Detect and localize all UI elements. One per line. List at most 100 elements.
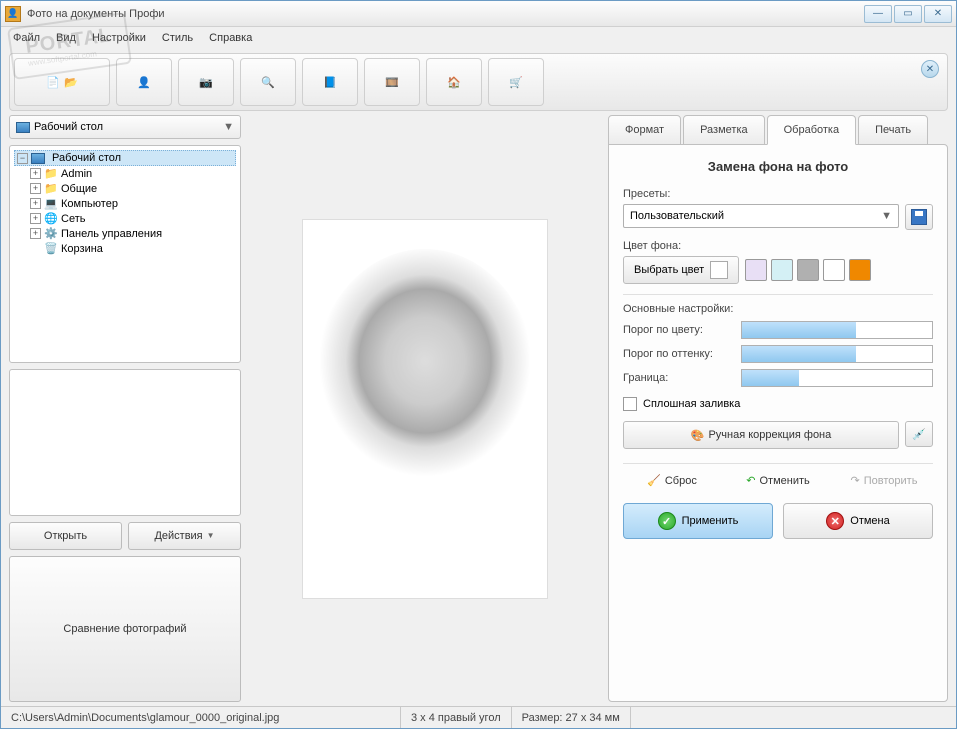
compare-photos-button[interactable]: Сравнение фотографий bbox=[9, 556, 241, 703]
tree-item-public[interactable]: +📁Общие bbox=[28, 181, 236, 196]
left-panel: Рабочий стол ▼ − Рабочий стол +📁Admin +📁… bbox=[9, 115, 241, 702]
folder-icon: 📁 bbox=[44, 167, 58, 180]
menu-file[interactable]: Файл bbox=[5, 29, 48, 47]
eyedropper-icon: 💉 bbox=[912, 428, 926, 441]
tree-item-trash[interactable]: 🗑️Корзина bbox=[28, 241, 236, 256]
swatch-3[interactable] bbox=[797, 259, 819, 281]
preset-select[interactable]: Пользовательский ▼ bbox=[623, 204, 899, 228]
tree-item-admin[interactable]: +📁Admin bbox=[28, 166, 236, 181]
toolbar-photo-zoom[interactable]: 🔍 bbox=[240, 58, 296, 106]
solid-fill-label: Сплошная заливка bbox=[643, 398, 740, 410]
swatch-4[interactable] bbox=[823, 259, 845, 281]
save-preset-button[interactable] bbox=[905, 204, 933, 230]
tree-item-computer[interactable]: +💻Компьютер bbox=[28, 196, 236, 211]
chevron-down-icon: ▼ bbox=[881, 210, 892, 222]
main-settings-label: Основные настройки: bbox=[623, 303, 933, 315]
titlebar: Фото на документы Профи — ▭ ✕ bbox=[1, 1, 956, 27]
menu-settings[interactable]: Настройки bbox=[84, 29, 154, 47]
path-selector[interactable]: Рабочий стол ▼ bbox=[9, 115, 241, 139]
home-icon: 🏠 bbox=[447, 76, 461, 89]
user-search-icon: 👤 bbox=[137, 76, 151, 89]
path-selector-label: Рабочий стол bbox=[34, 121, 103, 133]
tree-item-network[interactable]: +🌐Сеть bbox=[28, 211, 236, 226]
status-format: 3 x 4 правый угол bbox=[401, 707, 512, 728]
tree-root[interactable]: − Рабочий стол bbox=[14, 150, 236, 166]
slider-hue-label: Порог по оттенку: bbox=[623, 348, 733, 360]
help-book-icon: 📘 bbox=[323, 76, 337, 89]
toolbar-new-open[interactable]: 📄 📂 bbox=[14, 58, 110, 106]
expand-icon[interactable]: + bbox=[30, 198, 41, 209]
status-size: Размер: 27 x 34 мм bbox=[512, 707, 631, 728]
toolbar-cart[interactable]: 🛒 bbox=[488, 58, 544, 106]
toolbar-camera[interactable]: 📷 bbox=[178, 58, 234, 106]
minimize-button[interactable]: — bbox=[864, 5, 892, 23]
undo-button[interactable]: ↶Отменить bbox=[729, 474, 827, 487]
slider-color-label: Порог по цвету: bbox=[623, 324, 733, 336]
open-button[interactable]: Открыть bbox=[9, 522, 122, 550]
toolbar-user-search[interactable]: 👤 bbox=[116, 58, 172, 106]
swatch-2[interactable] bbox=[771, 259, 793, 281]
camera-icon: 📷 bbox=[199, 76, 213, 89]
folder-icon: 📁 bbox=[44, 182, 58, 195]
desktop-icon bbox=[31, 153, 45, 164]
brush-icon: 🧹 bbox=[647, 474, 661, 487]
right-panel: Формат Разметка Обработка Печать Замена … bbox=[608, 115, 948, 702]
toolbar: 📄 📂 👤 📷 🔍 📘 🎞️ 🏠 🛒 ✕ bbox=[9, 53, 948, 111]
photo-frame bbox=[302, 219, 548, 599]
reset-button[interactable]: 🧹Сброс bbox=[623, 474, 721, 487]
tab-format[interactable]: Формат bbox=[608, 115, 681, 145]
statusbar: C:\Users\Admin\Documents\glamour_0000_or… bbox=[1, 706, 956, 728]
trash-icon: 🗑️ bbox=[44, 242, 58, 255]
chevron-down-icon: ▼ bbox=[223, 121, 234, 133]
tree-item-controlpanel[interactable]: +⚙️Панель управления bbox=[28, 226, 236, 241]
toolbar-film[interactable]: 🎞️ bbox=[364, 58, 420, 106]
redo-icon: ↷ bbox=[851, 474, 860, 487]
cancel-button[interactable]: ✕ Отмена bbox=[783, 503, 933, 539]
collapse-icon[interactable]: − bbox=[17, 153, 28, 164]
expand-icon[interactable]: + bbox=[30, 168, 41, 179]
expand-icon[interactable]: + bbox=[30, 183, 41, 194]
tab-processing[interactable]: Обработка bbox=[767, 115, 856, 145]
color-swatches bbox=[745, 259, 871, 281]
photo-portrait bbox=[315, 249, 535, 569]
chevron-down-icon: ▼ bbox=[207, 531, 215, 540]
pick-color-button[interactable]: Выбрать цвет bbox=[623, 256, 739, 284]
thumbnail-area bbox=[9, 369, 241, 516]
apply-button[interactable]: ✓ Применить bbox=[623, 503, 773, 539]
check-icon: ✓ bbox=[658, 512, 676, 530]
toolbar-close-icon[interactable]: ✕ bbox=[921, 60, 939, 78]
expand-icon[interactable]: + bbox=[30, 228, 41, 239]
swatch-5[interactable] bbox=[849, 259, 871, 281]
eyedropper-button[interactable]: 💉 bbox=[905, 421, 933, 447]
folder-tree[interactable]: − Рабочий стол +📁Admin +📁Общие +💻Компьют… bbox=[9, 145, 241, 363]
slider-color[interactable] bbox=[741, 321, 933, 339]
actions-button[interactable]: Действия▼ bbox=[128, 522, 241, 550]
toolbar-help-book[interactable]: 📘 bbox=[302, 58, 358, 106]
solid-fill-checkbox[interactable] bbox=[623, 397, 637, 411]
bgcolor-label: Цвет фона: bbox=[623, 240, 933, 252]
menu-help[interactable]: Справка bbox=[201, 29, 260, 47]
maximize-button[interactable]: ▭ bbox=[894, 5, 922, 23]
folder-open-icon: 📂 bbox=[64, 76, 78, 89]
palette-icon: 🎨 bbox=[691, 429, 705, 442]
tab-print[interactable]: Печать bbox=[858, 115, 928, 145]
manual-correction-button[interactable]: 🎨 Ручная коррекция фона bbox=[623, 421, 899, 449]
menu-style[interactable]: Стиль bbox=[154, 29, 201, 47]
close-button[interactable]: ✕ bbox=[924, 5, 952, 23]
menu-view[interactable]: Вид bbox=[48, 29, 84, 47]
desktop-icon bbox=[16, 122, 30, 133]
tab-layout[interactable]: Разметка bbox=[683, 115, 765, 145]
slider-border[interactable] bbox=[741, 369, 933, 387]
photo-zoom-icon: 🔍 bbox=[261, 76, 275, 89]
status-path: C:\Users\Admin\Documents\glamour_0000_or… bbox=[1, 707, 401, 728]
slider-hue[interactable] bbox=[741, 345, 933, 363]
preset-value: Пользовательский bbox=[630, 210, 724, 222]
swatch-1[interactable] bbox=[745, 259, 767, 281]
shopping-cart-icon: 🛒 bbox=[509, 76, 523, 89]
current-color-swatch bbox=[710, 261, 728, 279]
toolbar-home[interactable]: 🏠 bbox=[426, 58, 482, 106]
expand-icon[interactable]: + bbox=[30, 213, 41, 224]
menubar: Файл Вид Настройки Стиль Справка bbox=[1, 27, 956, 49]
redo-button[interactable]: ↷Повторить bbox=[835, 474, 933, 487]
cancel-icon: ✕ bbox=[826, 512, 844, 530]
